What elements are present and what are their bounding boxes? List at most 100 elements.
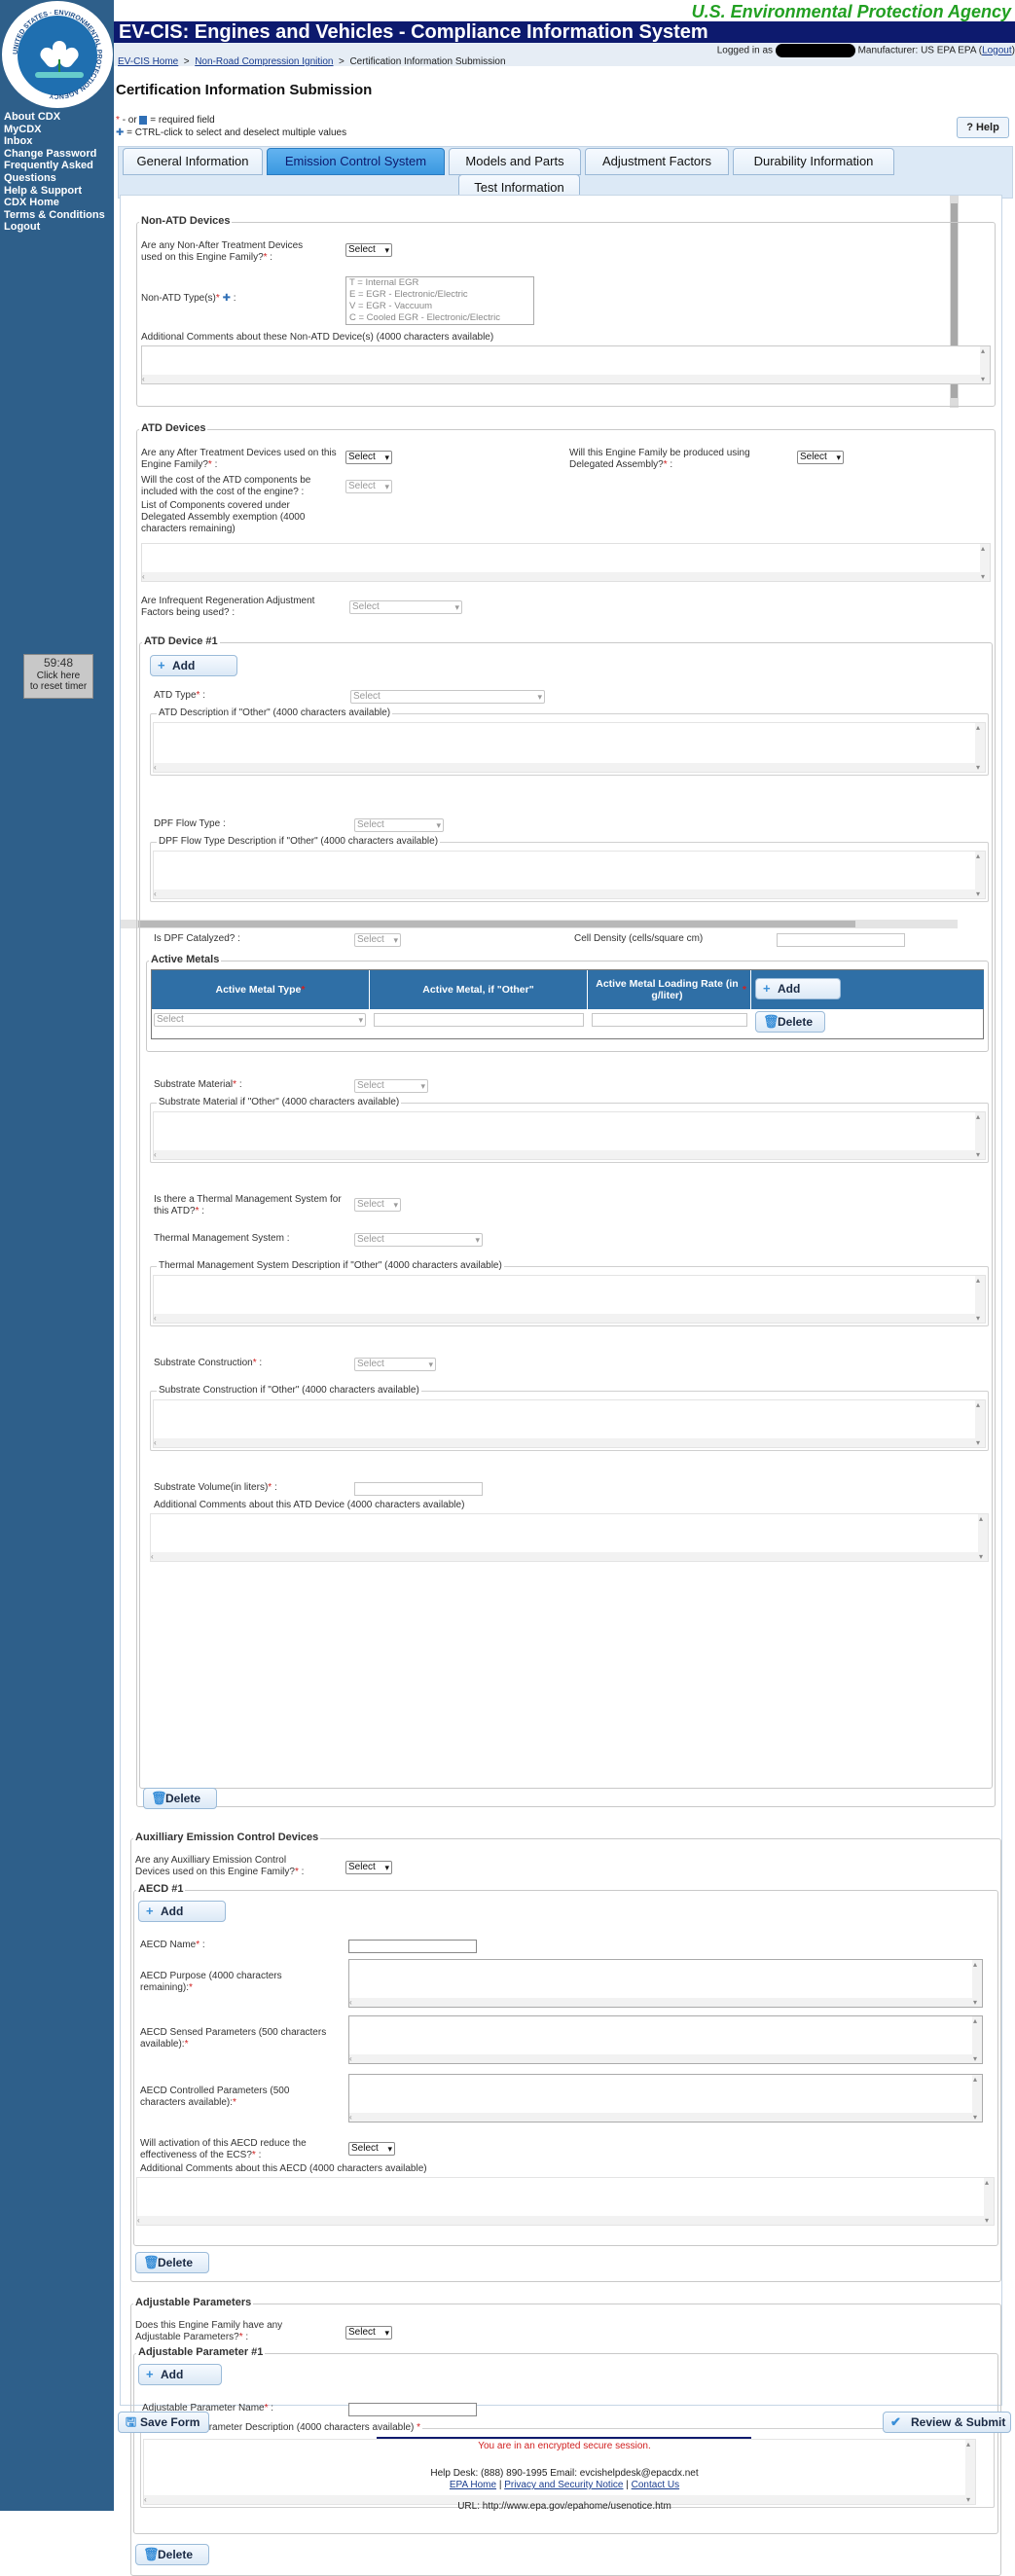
agency-name: U.S. Environmental Protection Agency bbox=[691, 2, 1011, 21]
epa-seal-logo[interactable]: UNITED STATES · ENVIRONMENTAL PROTECTION… bbox=[2, 1, 113, 108]
aecd-controlled-textarea[interactable]: ‹ bbox=[348, 2074, 983, 2122]
textarea-scrollbar[interactable] bbox=[975, 1400, 985, 1447]
breadcrumb-evcis-home[interactable]: EV-CIS Home bbox=[118, 56, 178, 67]
thermal-system-select[interactable]: Select bbox=[354, 1233, 483, 1247]
delete-atd-device-button[interactable]: 🗑 Delete bbox=[143, 1788, 217, 1809]
substrate-material-select[interactable]: Select bbox=[354, 1079, 428, 1093]
tab-general-information[interactable]: General Information bbox=[123, 148, 263, 175]
components-textarea[interactable]: ‹ bbox=[141, 543, 991, 582]
session-timer[interactable]: 59:48 Click here to reset timer bbox=[23, 654, 93, 699]
textarea-scrollbar[interactable] bbox=[972, 1960, 982, 2007]
add-aecd-button[interactable]: + Add bbox=[138, 1901, 226, 1922]
metal-type-select[interactable]: Select bbox=[154, 1013, 366, 1027]
delete-adjustable-button[interactable]: 🗑 Delete bbox=[135, 2544, 209, 2565]
delete-aecd-button[interactable]: 🗑 Delete bbox=[135, 2252, 209, 2273]
substrate-construction-select[interactable]: Select bbox=[354, 1358, 436, 1371]
textarea-hscrollbar[interactable]: ‹ bbox=[154, 889, 975, 898]
nav-cdx-home[interactable]: CDX Home bbox=[4, 197, 113, 209]
textarea-hscrollbar[interactable]: ‹ bbox=[154, 1314, 975, 1323]
thermal-desc-textarea[interactable]: ‹ bbox=[153, 1275, 986, 1324]
non-atd-used-select[interactable]: Select bbox=[345, 243, 392, 257]
substrate-construction-other-textarea[interactable]: ‹ bbox=[153, 1399, 986, 1448]
textarea-scrollbar[interactable] bbox=[975, 1276, 985, 1323]
nav-terms[interactable]: Terms & Conditions bbox=[4, 209, 113, 222]
fieldset-label: Substrate Construction if "Other" (4000 … bbox=[157, 1385, 421, 1396]
textarea-scrollbar[interactable] bbox=[978, 1514, 988, 1561]
section-title: Active Metals bbox=[149, 954, 222, 965]
list-option[interactable]: C = Cooled EGR - Electronic/Electric bbox=[349, 312, 533, 324]
add-atd-device-button[interactable]: + Add bbox=[150, 655, 237, 676]
logout-link[interactable]: Logout bbox=[982, 46, 1012, 56]
atd-used-select[interactable]: Select bbox=[345, 451, 392, 464]
epa-home-link[interactable]: EPA Home bbox=[450, 2480, 496, 2490]
substrate-material-other-textarea[interactable]: ‹ bbox=[153, 1111, 986, 1160]
metal-delete-button[interactable]: 🗑 Delete bbox=[755, 1011, 825, 1033]
tab-adjustment-factors[interactable]: Adjustment Factors bbox=[585, 148, 729, 175]
textarea-hscrollbar[interactable]: ‹ bbox=[142, 375, 980, 383]
nav-faq[interactable]: Frequently Asked Questions bbox=[4, 160, 93, 184]
list-option[interactable]: V = EGR - Vaccuum bbox=[349, 301, 533, 312]
list-option[interactable]: E = EGR - Electronic/Electric bbox=[349, 289, 533, 301]
textarea-scrollbar[interactable] bbox=[980, 346, 990, 383]
list-option[interactable]: T = Internal EGR bbox=[349, 277, 533, 289]
label-text: AECD Sensed Parameters (500 characters a… bbox=[140, 2027, 327, 2050]
dpf-flow-desc-textarea[interactable]: ‹ bbox=[153, 851, 986, 899]
privacy-link[interactable]: Privacy and Security Notice bbox=[504, 2480, 623, 2490]
aecd-sensed-textarea[interactable]: ‹ bbox=[348, 2015, 983, 2064]
textarea-hscrollbar[interactable]: ‹ bbox=[154, 1150, 975, 1159]
aecd-name-input[interactable] bbox=[348, 1940, 477, 1953]
textarea-scrollbar[interactable] bbox=[972, 2075, 982, 2122]
aecd-purpose-textarea[interactable]: ‹ bbox=[348, 1959, 983, 2008]
textarea-hscrollbar[interactable]: ‹ bbox=[349, 2054, 972, 2063]
textarea-hscrollbar[interactable]: ‹ bbox=[349, 2113, 972, 2122]
cell-density-input[interactable] bbox=[777, 933, 905, 947]
textarea-scrollbar[interactable] bbox=[975, 1112, 985, 1159]
aecd-comments-textarea[interactable]: ‹ bbox=[136, 2177, 995, 2226]
add-adjustable-button[interactable]: + Add bbox=[138, 2364, 222, 2385]
substrate-volume-input[interactable] bbox=[354, 1482, 483, 1496]
regen-select[interactable]: Select bbox=[349, 600, 462, 614]
nav-logout[interactable]: Logout bbox=[4, 221, 113, 234]
textarea-scrollbar[interactable] bbox=[975, 852, 985, 898]
nav-inbox[interactable]: Inbox bbox=[4, 135, 113, 148]
breadcrumb-nonroad[interactable]: Non-Road Compression Ignition bbox=[195, 56, 333, 67]
textarea-hscrollbar[interactable]: ‹ bbox=[151, 1552, 978, 1561]
aecd-reduce-select[interactable]: Select bbox=[348, 2142, 395, 2156]
dpf-flow-select[interactable]: Select bbox=[354, 818, 444, 832]
textarea-hscrollbar[interactable]: ‹ bbox=[137, 2216, 984, 2225]
tab-emission-control-system[interactable]: Emission Control System bbox=[267, 148, 445, 175]
help-button[interactable]: ? Help bbox=[957, 117, 1009, 138]
metal-other-input[interactable] bbox=[374, 1013, 584, 1027]
nav-change-password[interactable]: Change Password bbox=[4, 148, 113, 161]
thermal-q-select[interactable]: Select bbox=[354, 1198, 401, 1212]
textarea-scrollbar[interactable] bbox=[984, 2178, 994, 2225]
aecd-sensed-label: AECD Sensed Parameters (500 characters a… bbox=[140, 2027, 344, 2050]
textarea-scrollbar[interactable] bbox=[975, 723, 985, 772]
atd-type-select[interactable]: Select bbox=[350, 690, 545, 704]
nav-about-cdx[interactable]: About CDX bbox=[4, 111, 113, 124]
metal-loading-input[interactable] bbox=[592, 1013, 747, 1027]
textarea-scrollbar[interactable] bbox=[980, 544, 990, 581]
non-atd-comments-textarea[interactable]: ‹ bbox=[141, 345, 991, 384]
adjustable-has-select[interactable]: Select bbox=[345, 2326, 392, 2340]
textarea-hscrollbar[interactable]: ‹ bbox=[349, 1998, 972, 2007]
device-comments-label: Additional Comments about this ATD Devic… bbox=[154, 1500, 465, 1510]
metal-add-button[interactable]: + Add bbox=[755, 978, 841, 999]
tab-models-and-parts[interactable]: Models and Parts bbox=[449, 148, 581, 175]
textarea-hscrollbar[interactable]: ‹ bbox=[142, 572, 980, 581]
textarea-hscrollbar[interactable]: ‹ bbox=[154, 763, 975, 772]
nav-help-support[interactable]: Help & Support bbox=[4, 185, 113, 198]
delegated-select[interactable]: Select bbox=[797, 451, 844, 464]
device-comments-textarea[interactable]: ‹ bbox=[150, 1513, 989, 1562]
atd-cost-select[interactable]: Select bbox=[345, 480, 392, 493]
textarea-hscrollbar[interactable]: ‹ bbox=[154, 1438, 975, 1447]
textarea-scrollbar[interactable] bbox=[972, 2016, 982, 2063]
non-atd-types-list[interactable]: T = Internal EGR E = EGR - Electronic/El… bbox=[345, 276, 534, 325]
aecd-used-select[interactable]: Select bbox=[345, 1861, 392, 1874]
atd-desc-other-textarea[interactable]: ‹ bbox=[153, 722, 986, 773]
nav-mycdx[interactable]: MyCDX bbox=[4, 124, 113, 136]
contact-link[interactable]: Contact Us bbox=[632, 2480, 679, 2490]
tab-durability-information[interactable]: Durability Information bbox=[733, 148, 894, 175]
aecd-comments-label: Additional Comments about this AECD (400… bbox=[140, 2163, 427, 2174]
dpf-catalyzed-select[interactable]: Select bbox=[354, 933, 401, 947]
